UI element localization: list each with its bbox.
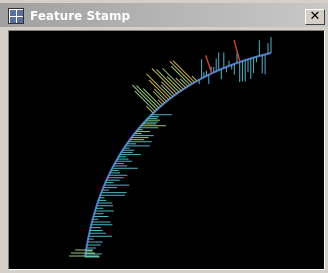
feature-stamp-tick <box>146 73 172 99</box>
title-bar[interactable]: Feature Stamp ✕ <box>0 3 328 27</box>
feature-stamps <box>69 37 272 258</box>
close-icon: ✕ <box>309 9 321 24</box>
feature-stamp-tick <box>179 78 189 87</box>
feature-stamp-tick <box>161 81 176 96</box>
feature-stamp-window: Feature Stamp ✕ <box>0 0 328 273</box>
app-icon[interactable] <box>8 8 24 24</box>
curve-start-marks <box>69 249 99 257</box>
feature-stamp-tick <box>142 88 162 107</box>
feature-stamp-tick <box>145 105 154 114</box>
feature-stamp-canvas[interactable] <box>8 30 325 270</box>
feature-stamp-tick <box>132 84 158 110</box>
feature-stamp-tick <box>166 76 182 91</box>
close-button[interactable]: ✕ <box>305 9 325 25</box>
highlighted-stamp-tick <box>205 55 213 74</box>
feature-curve-plot <box>69 37 272 258</box>
window-title: Feature Stamp <box>30 9 131 23</box>
